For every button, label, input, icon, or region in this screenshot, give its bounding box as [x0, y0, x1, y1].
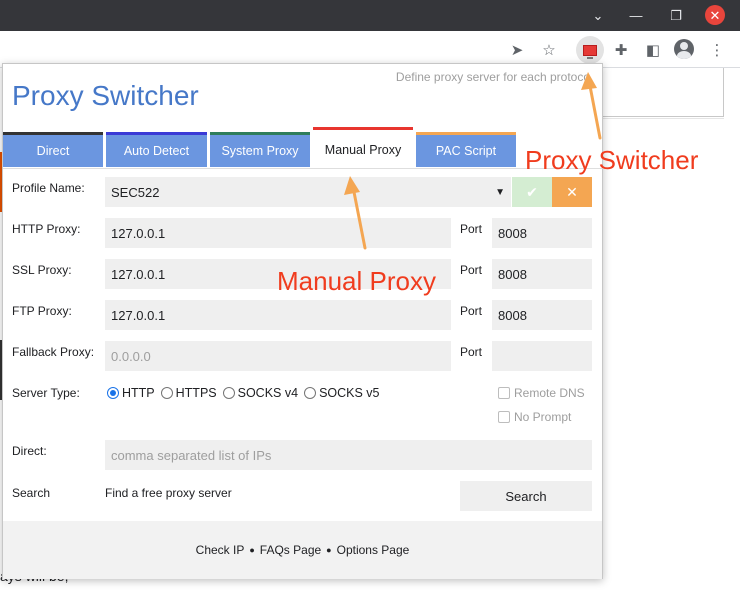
save-profile-button[interactable]: ✔: [512, 177, 552, 207]
popup-footer: Check IP ● FAQs Page ● Options Page: [3, 521, 602, 579]
side-panel-icon[interactable]: ◧: [641, 38, 665, 62]
radio-socks-v4-label: SOCKS v4: [237, 386, 299, 400]
remote-dns-label: Remote DNS: [514, 386, 585, 400]
profile-select-value: SEC522: [111, 184, 160, 200]
annotation-proxy-switcher: Proxy Switcher: [525, 145, 699, 175]
radio-icon: [304, 387, 317, 399]
fallback-proxy-placeholder: 0.0.0.0: [111, 348, 151, 364]
ssl-port-input[interactable]: 8008: [492, 259, 592, 289]
ssl-proxy-label: SSL Proxy:: [12, 263, 72, 277]
footer-separator: ●: [326, 545, 332, 555]
direct-placeholder: comma separated list of IPs: [111, 447, 272, 463]
ftp-port-input[interactable]: 8008: [492, 300, 592, 330]
server-type-group: HTTP HTTPS SOCKS v4 SOCKS v5: [107, 386, 386, 400]
radio-socks-v5[interactable]: SOCKS v5: [304, 386, 380, 400]
no-prompt-checkbox[interactable]: No Prompt: [498, 410, 571, 424]
fallback-port-input[interactable]: [492, 341, 592, 371]
search-button[interactable]: Search: [460, 481, 592, 511]
direct-ip-list-input[interactable]: comma separated list of IPs: [105, 440, 592, 470]
popup-tagline: Define proxy server for each protoco: [395, 70, 590, 84]
restore-icon[interactable]: ❐: [656, 0, 696, 31]
tab-auto-detect[interactable]: Auto Detect: [106, 132, 207, 167]
options-page-link[interactable]: Options Page: [337, 543, 410, 557]
radio-selected-icon: [107, 387, 119, 399]
ftp-proxy-label: FTP Proxy:: [12, 304, 72, 318]
more-icon[interactable]: ⋮: [705, 38, 729, 62]
faqs-page-link[interactable]: FAQs Page: [260, 543, 321, 557]
tab-manual-proxy[interactable]: Manual Proxy: [313, 127, 413, 169]
radio-http-label: HTTP: [122, 386, 155, 400]
search-label: Search: [12, 486, 51, 500]
tab-system-proxy[interactable]: System Proxy: [210, 132, 310, 167]
puzzle-icon[interactable]: ✚: [609, 38, 633, 62]
browser-titlebar: ⌄ — ❐ ✕: [0, 0, 740, 31]
remote-dns-checkbox[interactable]: Remote DNS: [498, 386, 585, 400]
server-type-label: Server Type:: [12, 386, 80, 400]
caret-down-icon: ▼: [495, 186, 505, 198]
footer-separator: ●: [249, 545, 255, 555]
no-prompt-label: No Prompt: [514, 410, 572, 424]
profile-icon[interactable]: [674, 39, 694, 59]
ftp-proxy-input[interactable]: 127.0.0.1: [105, 300, 451, 330]
direct-label: Direct:: [12, 444, 47, 458]
proxy-switcher-popup: Define proxy server for each protoco Pro…: [2, 63, 603, 579]
star-icon[interactable]: ☆: [537, 38, 561, 62]
http-port-label: Port: [460, 222, 483, 236]
chevron-down-icon[interactable]: ⌄: [578, 0, 618, 31]
background-page-panel: [600, 68, 724, 117]
proxy-switcher-extension-icon[interactable]: [576, 36, 604, 64]
delete-profile-button[interactable]: ✕: [552, 177, 592, 207]
annotation-manual-proxy: Manual Proxy: [277, 266, 436, 296]
http-proxy-label: HTTP Proxy:: [12, 222, 81, 236]
profile-name-label: Profile Name:: [12, 181, 85, 195]
checkbox-icon: [498, 387, 510, 399]
check-ip-link[interactable]: Check IP: [196, 543, 245, 557]
tab-pac-script[interactable]: PAC Script: [416, 132, 516, 167]
popup-title: Proxy Switcher: [12, 80, 199, 111]
radio-icon: [222, 387, 235, 399]
fallback-proxy-label: Fallback Proxy:: [12, 345, 95, 359]
ssl-port-label: Port: [460, 263, 483, 277]
tab-direct[interactable]: Direct: [3, 132, 103, 167]
profile-select[interactable]: SEC522 ▼: [105, 177, 511, 207]
http-proxy-input[interactable]: 127.0.0.1: [105, 218, 451, 248]
http-port-input[interactable]: 8008: [492, 218, 592, 248]
minimize-icon[interactable]: —: [616, 0, 656, 31]
x-icon: ✕: [566, 183, 578, 200]
tab-divider: [3, 168, 603, 169]
radio-https[interactable]: HTTPS: [160, 386, 217, 400]
send-icon[interactable]: ➤: [505, 38, 529, 62]
ftp-port-label: Port: [460, 304, 483, 318]
radio-socks-v5-label: SOCKS v5: [319, 386, 380, 400]
background-divider: [600, 118, 724, 119]
radio-icon: [160, 387, 173, 399]
close-icon[interactable]: ✕: [705, 5, 725, 25]
free-proxy-text: Find a free proxy server: [105, 486, 232, 500]
radio-https-label: HTTPS: [175, 386, 217, 400]
radio-http[interactable]: HTTP: [107, 386, 155, 400]
checkbox-icon: [498, 411, 510, 423]
radio-socks-v4[interactable]: SOCKS v4: [222, 386, 299, 400]
fallback-port-label: Port: [460, 345, 483, 359]
check-icon: ✔: [526, 183, 538, 200]
fallback-proxy-input[interactable]: 0.0.0.0: [105, 341, 451, 371]
